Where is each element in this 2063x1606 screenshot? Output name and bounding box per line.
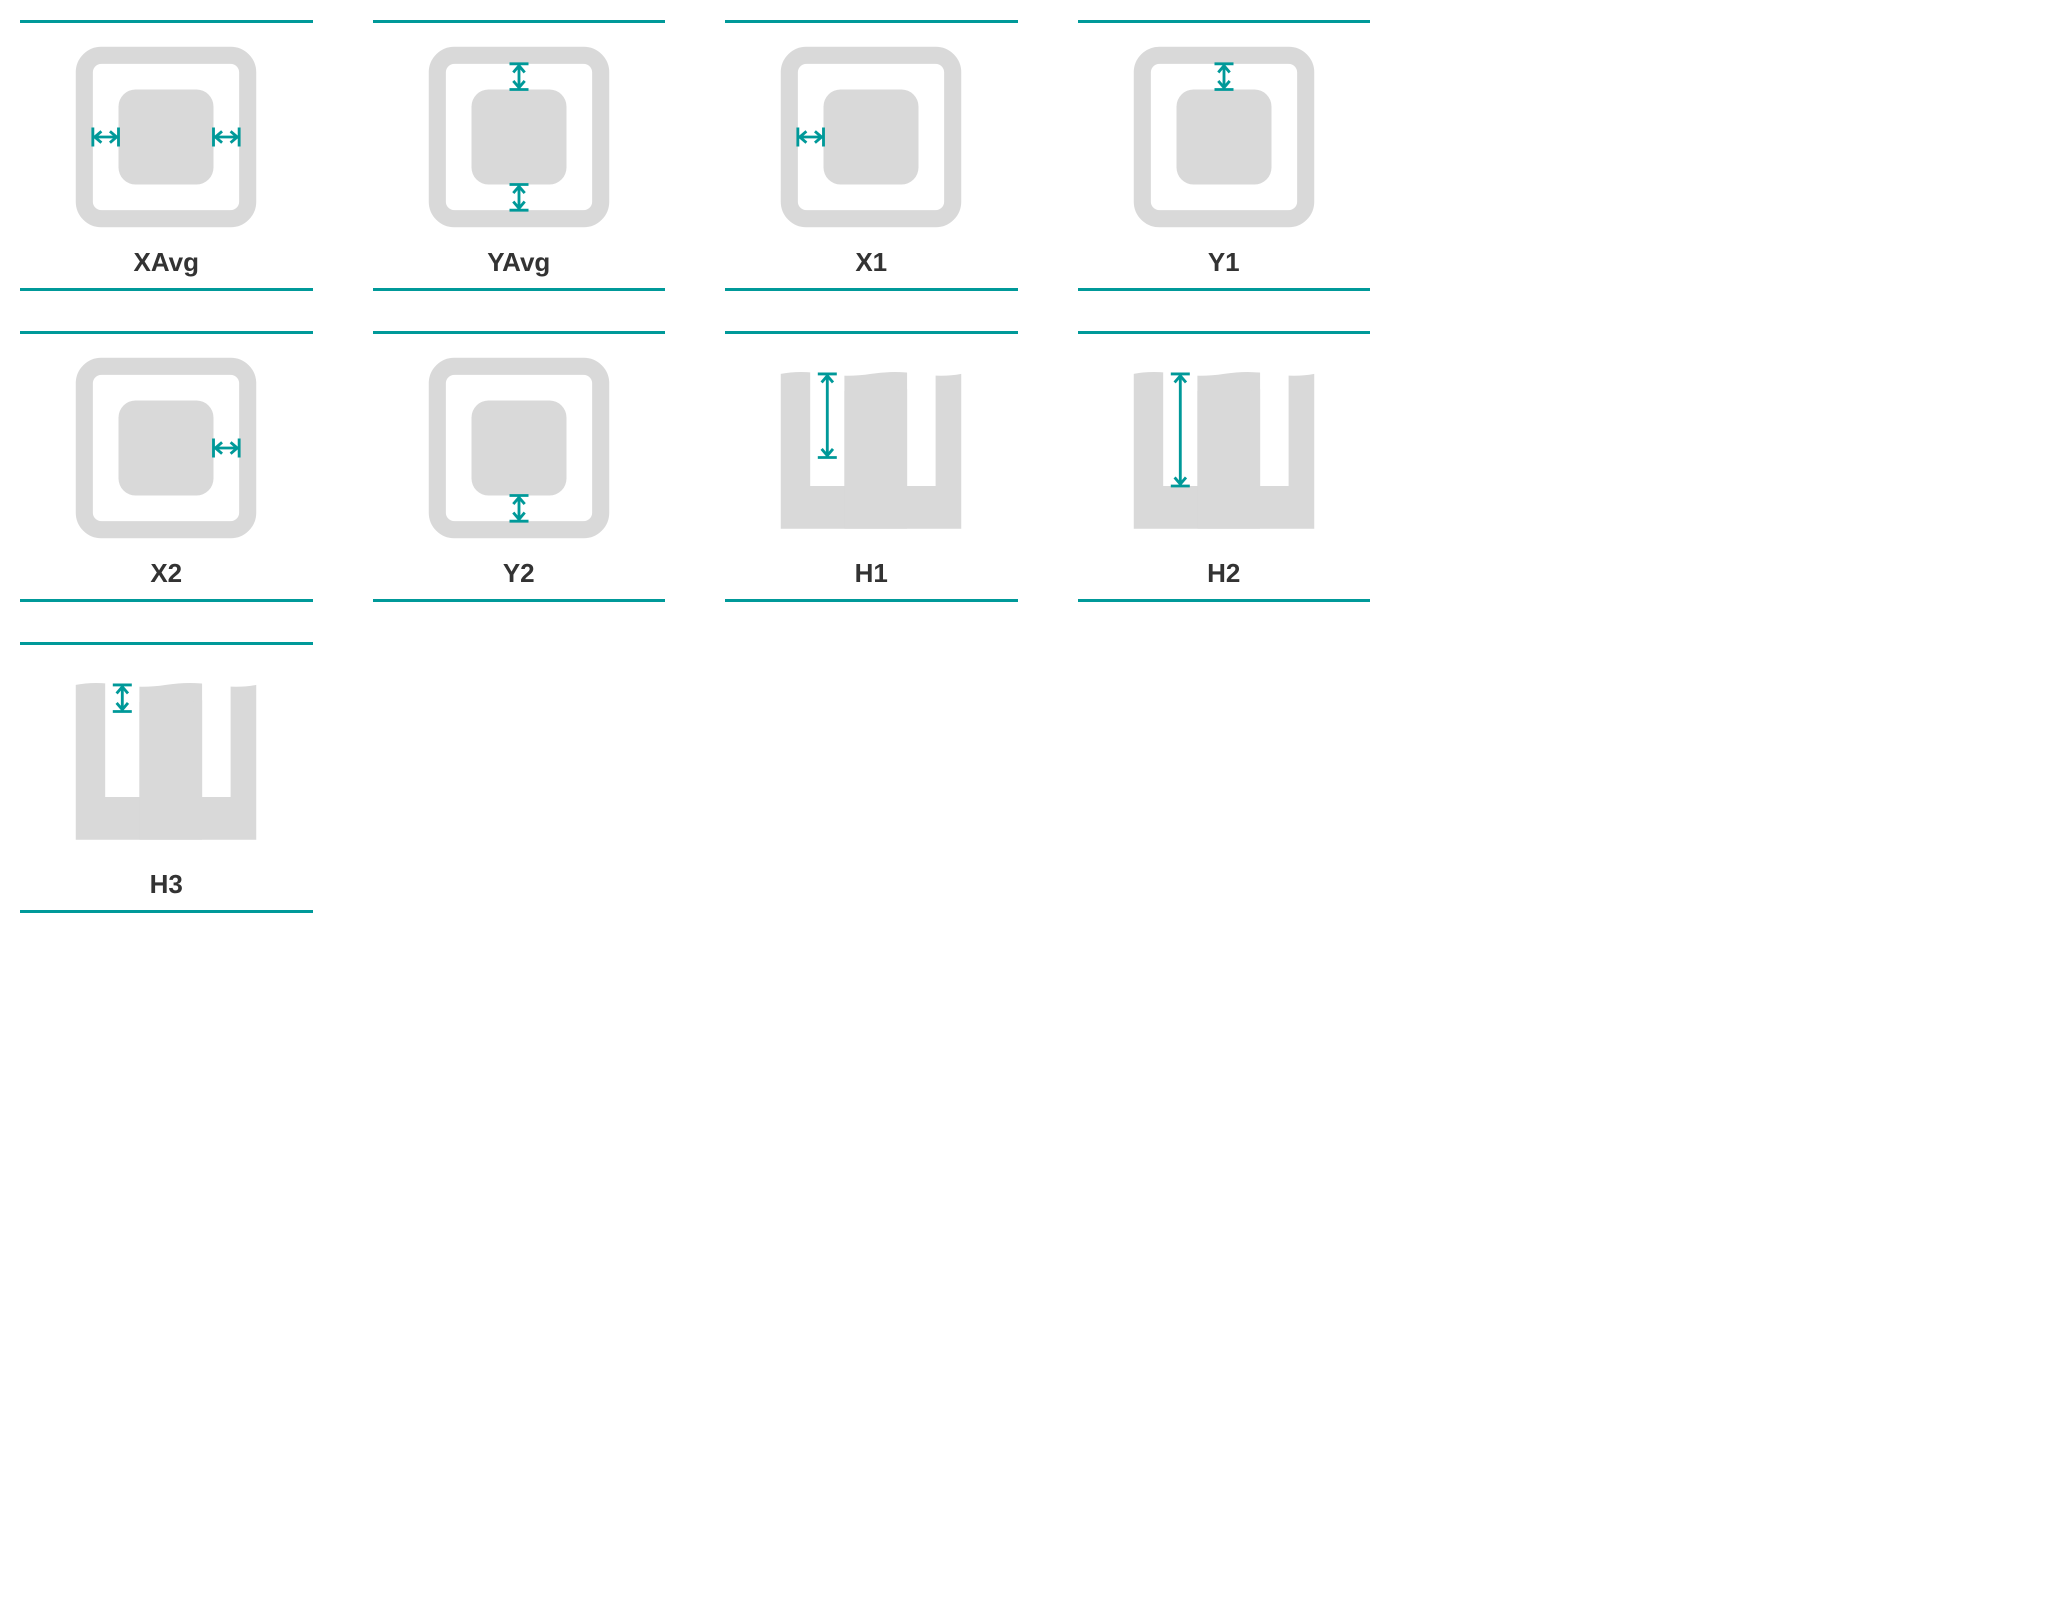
divider xyxy=(725,288,1018,291)
x2-label: X2 xyxy=(20,554,313,599)
y2-label: Y2 xyxy=(373,554,666,599)
divider xyxy=(725,599,1018,602)
y1-diagram xyxy=(1078,23,1371,243)
h2-diagram xyxy=(1078,334,1371,554)
y2-diagram xyxy=(373,334,666,554)
measurement-grid: XAvg YAvg X1 Y1 X2 Y2 xyxy=(20,20,1370,913)
measurement-cell-x1: X1 xyxy=(725,20,1018,291)
measurement-cell-h1: H1 xyxy=(725,331,1018,602)
measurement-cell-yavg: YAvg xyxy=(373,20,666,291)
h3-label: H3 xyxy=(20,865,313,910)
divider xyxy=(1078,288,1371,291)
divider xyxy=(373,599,666,602)
yavg-diagram xyxy=(373,23,666,243)
measurement-cell-x2: X2 xyxy=(20,331,313,602)
y1-label: Y1 xyxy=(1078,243,1371,288)
h2-label: H2 xyxy=(1078,554,1371,599)
x1-label: X1 xyxy=(725,243,1018,288)
yavg-label: YAvg xyxy=(373,243,666,288)
divider xyxy=(1078,599,1371,602)
measurement-cell-y1: Y1 xyxy=(1078,20,1371,291)
measurement-cell-y2: Y2 xyxy=(373,331,666,602)
measurement-cell-h3: H3 xyxy=(20,642,313,913)
measurement-cell-xavg: XAvg xyxy=(20,20,313,291)
divider xyxy=(20,910,313,913)
h1-label: H1 xyxy=(725,554,1018,599)
x1-diagram xyxy=(725,23,1018,243)
measurement-cell-h2: H2 xyxy=(1078,331,1371,602)
xavg-diagram xyxy=(20,23,313,243)
divider xyxy=(20,288,313,291)
divider xyxy=(20,599,313,602)
h3-diagram xyxy=(20,645,313,865)
xavg-label: XAvg xyxy=(20,243,313,288)
divider xyxy=(373,288,666,291)
h1-diagram xyxy=(725,334,1018,554)
x2-diagram xyxy=(20,334,313,554)
